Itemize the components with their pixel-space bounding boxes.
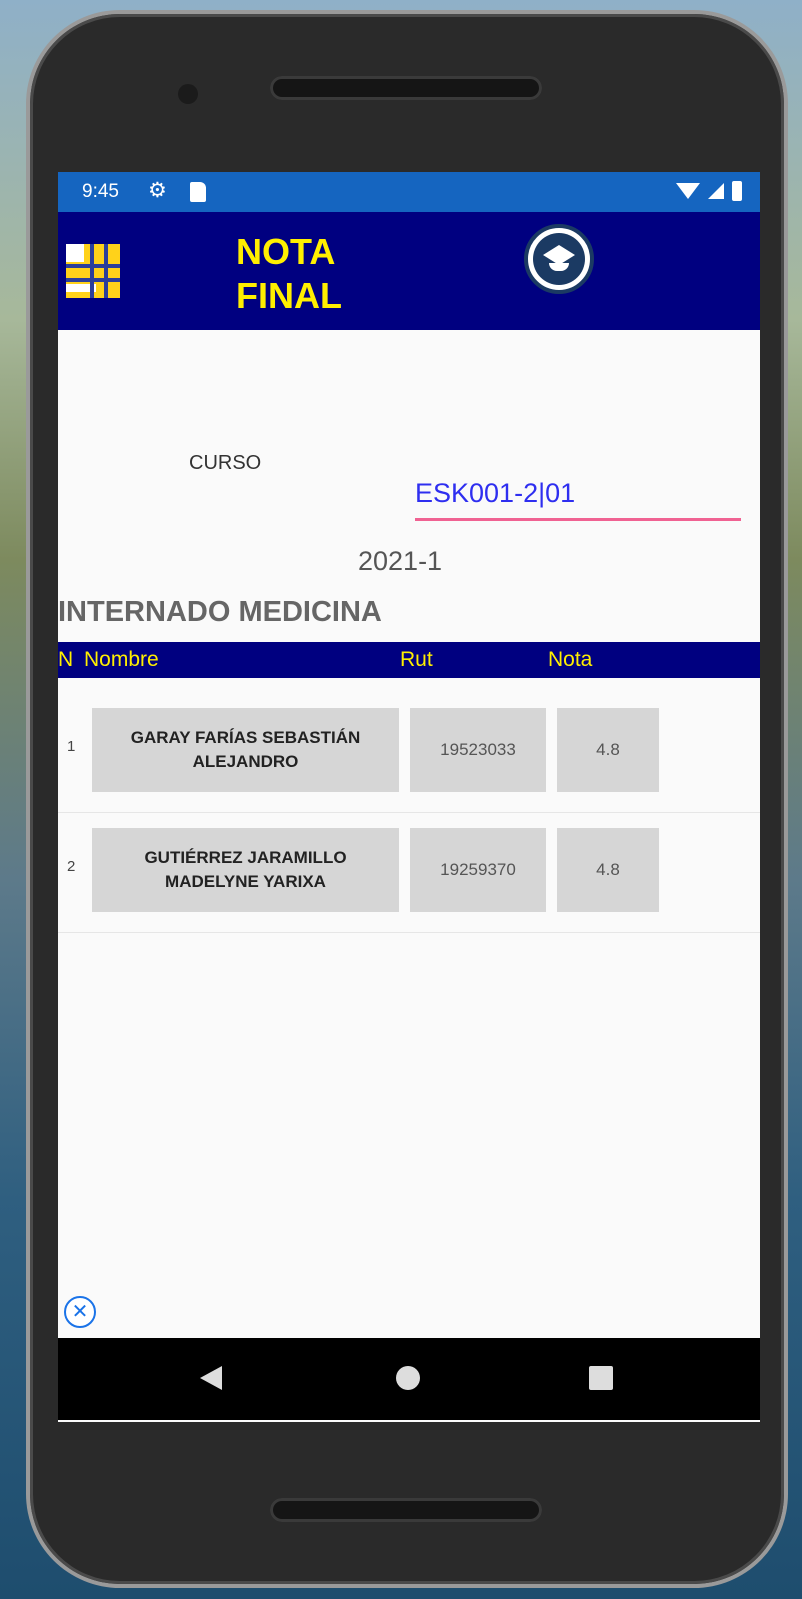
student-grade-button[interactable]: 4.8 <box>557 828 659 912</box>
status-bar: 9:45 ⚙ <box>58 172 760 212</box>
page-title-line2: FINAL <box>236 275 342 316</box>
header-n: N <box>58 648 74 671</box>
row-number: 1 <box>67 738 76 755</box>
table-row: 1 GARAY FARÍAS SEBASTIÁN ALEJANDRO 19523… <box>58 692 760 813</box>
student-grade-button[interactable]: 4.8 <box>557 708 659 792</box>
app-bar: NOTA FINAL <box>58 212 760 330</box>
nav-recents-icon[interactable] <box>589 1366 613 1390</box>
header-nombre: Nombre <box>84 648 159 671</box>
settings-gear-icon: ⚙ <box>148 179 167 202</box>
navigation-bar <box>58 1338 760 1420</box>
top-speaker <box>270 76 542 100</box>
page-title-line1: NOTA <box>236 231 336 272</box>
student-name-line1: GUTIÉRREZ JARAMILLO <box>144 848 347 867</box>
student-name-line2: ALEJANDRO <box>192 752 299 771</box>
table-row: 2 GUTIÉRREZ JARAMILLO MADELYNE YARIXA 19… <box>58 812 760 933</box>
wifi-icon <box>676 183 700 199</box>
close-ad-icon[interactable]: ✕ <box>64 1296 96 1328</box>
student-name-line1: GARAY FARÍAS SEBASTIÁN <box>130 728 361 747</box>
student-name-button[interactable]: GUTIÉRREZ JARAMILLO MADELYNE YARIXA <box>92 828 399 912</box>
battery-icon <box>732 181 742 201</box>
student-name-button[interactable]: GARAY FARÍAS SEBASTIÁN ALEJANDRO <box>92 708 399 792</box>
curso-label: CURSO <box>189 452 262 474</box>
header-nota: Nota <box>548 648 593 671</box>
program-title: INTERNADO MEDICINA <box>58 596 382 628</box>
bottom-speaker <box>270 1498 542 1522</box>
status-time: 9:45 <box>82 181 119 202</box>
student-rut-button[interactable]: 19259370 <box>410 828 546 912</box>
student-rut-button[interactable]: 19523033 <box>410 708 546 792</box>
student-name-line2: MADELYNE YARIXA <box>165 872 326 891</box>
screen: 9:45 ⚙ NOTA FINAL CURSO ESK001-2|01 2021… <box>58 172 760 1422</box>
nav-back-icon[interactable] <box>200 1366 222 1390</box>
app-logo-icon[interactable] <box>66 244 120 298</box>
period-label: 2021-1 <box>358 546 443 576</box>
sd-card-icon <box>190 182 206 202</box>
status-indicators <box>676 181 742 201</box>
header-rut: Rut <box>400 648 433 671</box>
front-camera <box>178 84 198 104</box>
curso-input[interactable] <box>415 468 741 521</box>
page-title: NOTA FINAL <box>236 230 342 318</box>
nav-home-icon[interactable] <box>396 1366 420 1390</box>
row-number: 2 <box>67 858 76 875</box>
table-header: N Nombre Rut Nota <box>58 642 760 678</box>
graduation-cap-icon[interactable] <box>524 224 594 294</box>
signal-icon <box>708 183 724 199</box>
